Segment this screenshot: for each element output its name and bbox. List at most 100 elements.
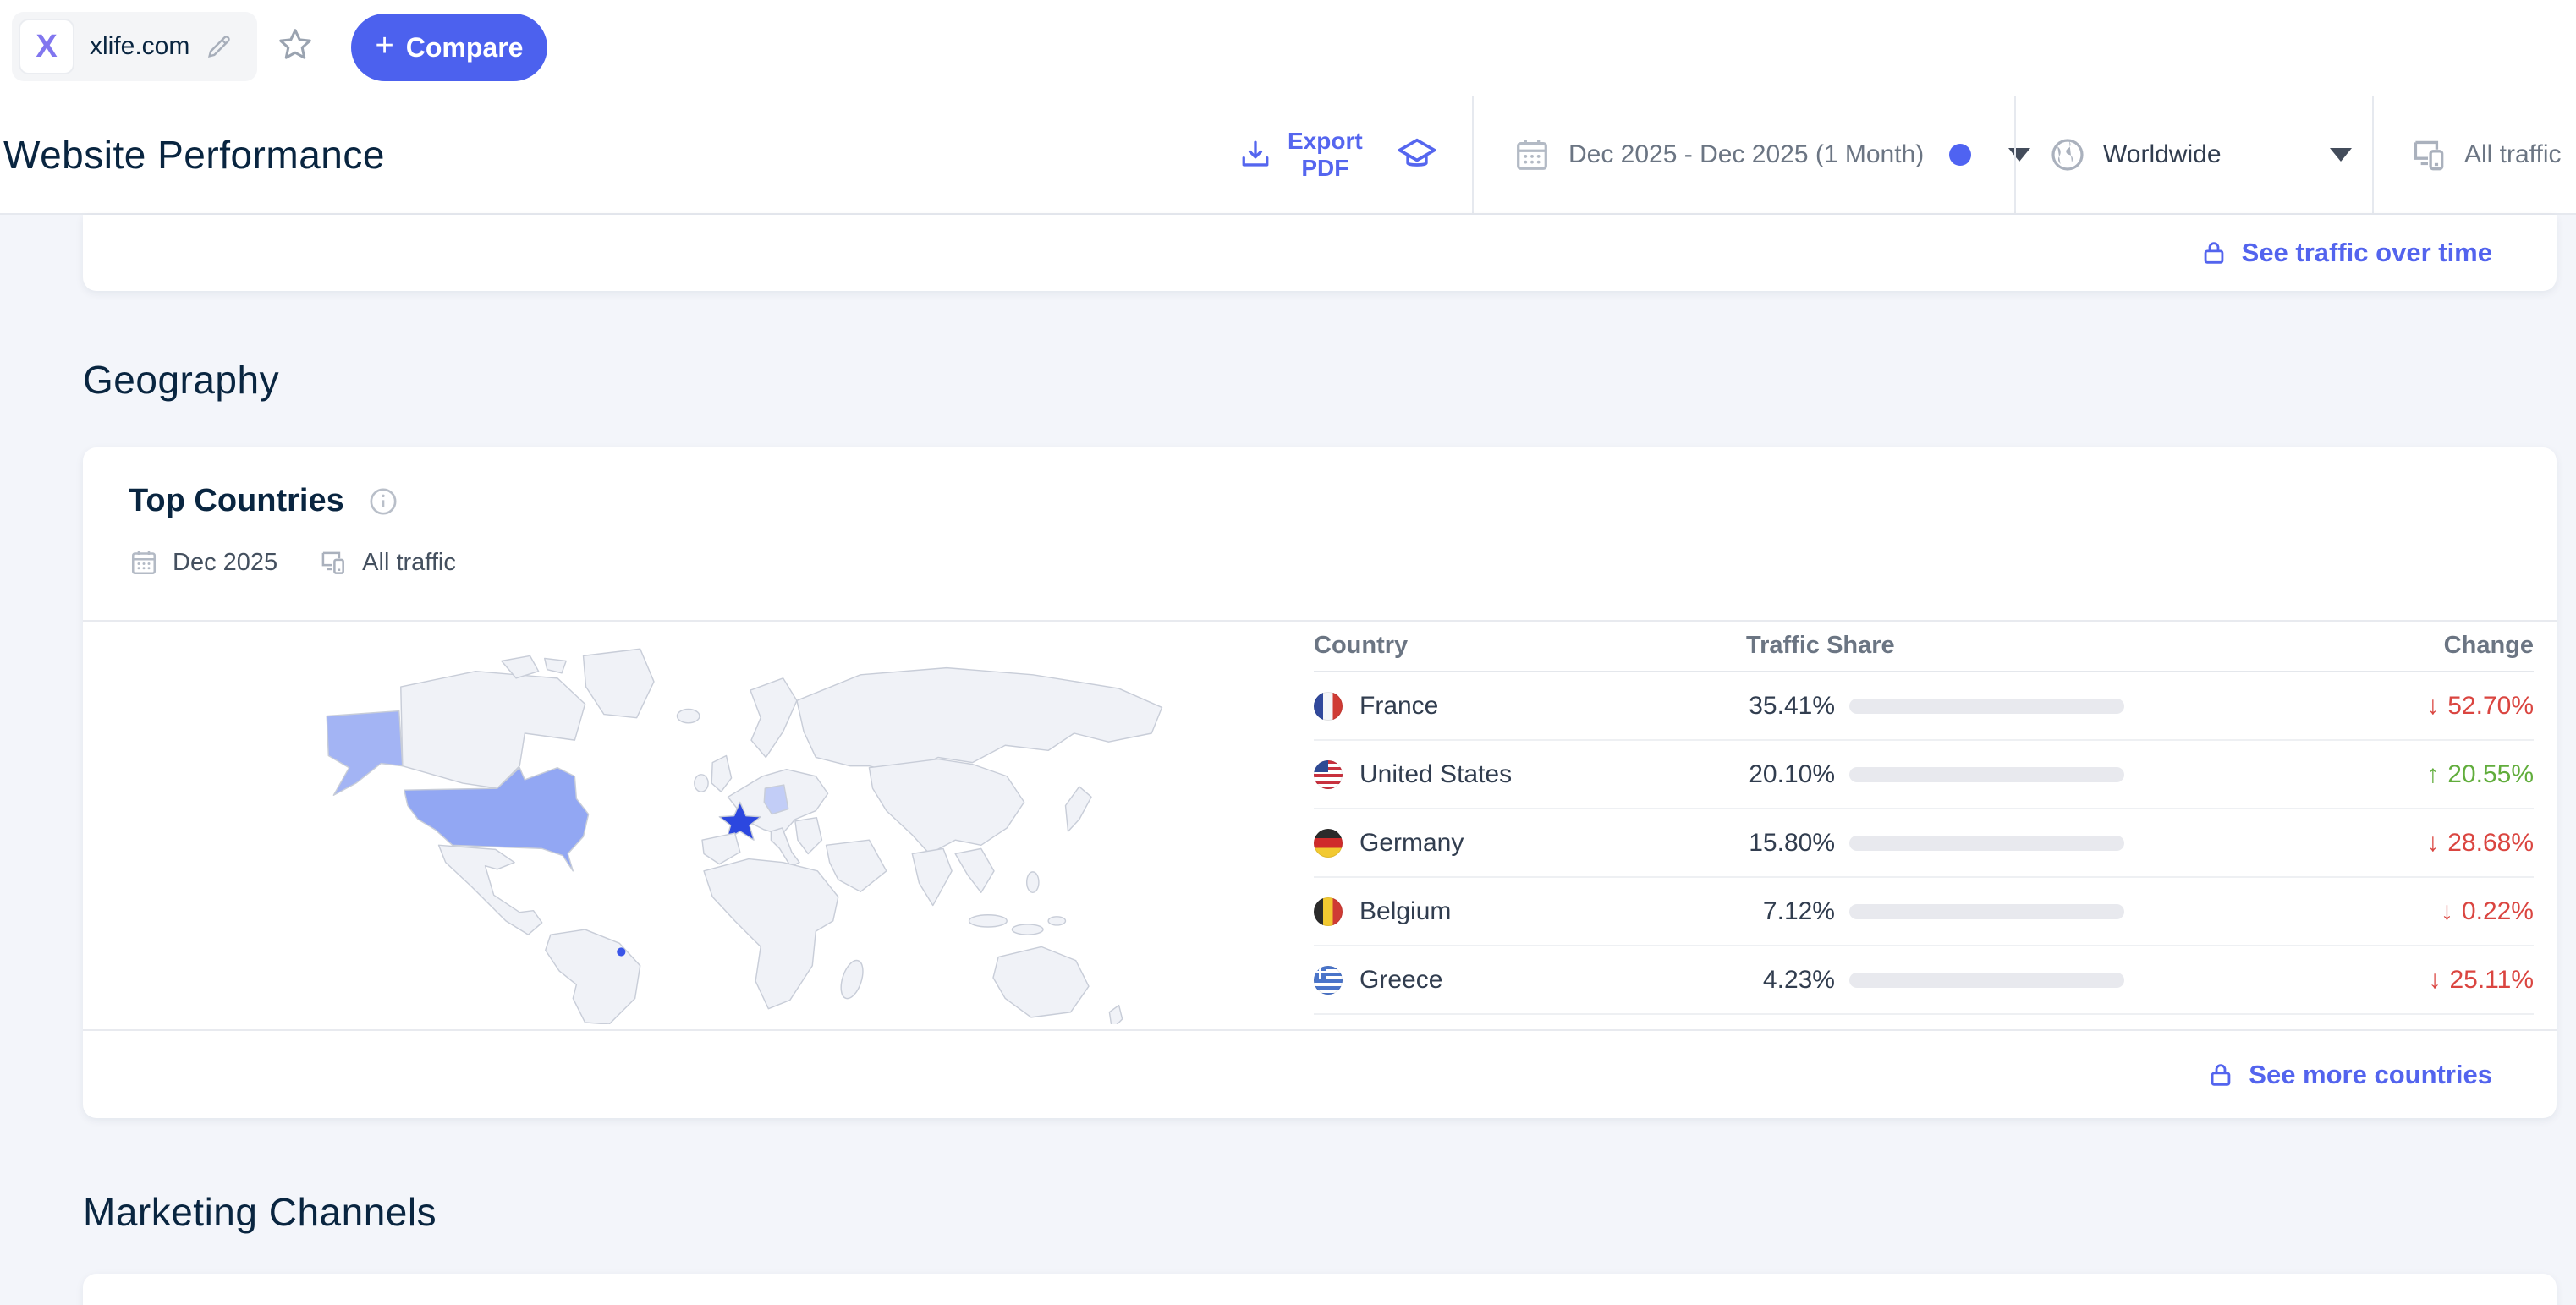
page-title: Website Performance bbox=[3, 132, 385, 178]
traffic-filter-label: All traffic bbox=[2464, 140, 2561, 169]
marketing-channels-card bbox=[83, 1274, 2557, 1305]
map-se-asia bbox=[955, 848, 994, 892]
map-australia bbox=[993, 946, 1089, 1017]
site-favicon: X bbox=[19, 19, 74, 74]
change-value: ↓ 0.22% bbox=[2124, 897, 2534, 926]
globe-icon bbox=[2047, 134, 2088, 175]
divider bbox=[2014, 96, 2016, 213]
country-flag-icon bbox=[1314, 829, 1343, 858]
map-japan bbox=[1065, 787, 1091, 831]
table-row[interactable]: Greece 4.23% ↓ 25.11% bbox=[1314, 946, 2534, 1015]
country-name: United States bbox=[1359, 760, 1512, 789]
change-arrow-icon: ↓ bbox=[2441, 897, 2453, 926]
col-header-change: Change bbox=[2348, 632, 2534, 660]
traffic-share-bar bbox=[1849, 836, 2124, 851]
favorite-star-icon[interactable] bbox=[276, 25, 315, 64]
change-arrow-icon: ↑ bbox=[2426, 760, 2439, 789]
edit-pencil-icon[interactable] bbox=[205, 32, 233, 61]
info-icon[interactable] bbox=[366, 485, 400, 518]
country-flag-icon bbox=[1314, 760, 1343, 789]
devices-icon bbox=[2407, 134, 2449, 176]
traffic-share-bar bbox=[1849, 973, 2124, 988]
map-french-guiana bbox=[617, 947, 625, 956]
see-traffic-over-time-link[interactable]: See traffic over time bbox=[2200, 238, 2492, 268]
marketing-section-title: Marketing Channels bbox=[83, 1189, 437, 1235]
date-range-label: Dec 2025 - Dec 2025 (1 Month) bbox=[1568, 140, 1924, 169]
col-header-country: Country bbox=[1314, 632, 1746, 660]
country-name: Greece bbox=[1359, 966, 1442, 995]
map-greenland bbox=[584, 649, 654, 717]
top-countries-title: Top Countries bbox=[129, 483, 344, 519]
map-alaska bbox=[327, 711, 403, 796]
map-scandinavia bbox=[750, 678, 797, 758]
geo-filter-selector[interactable]: Worldwide bbox=[2047, 96, 2352, 213]
card-date-label: Dec 2025 bbox=[173, 549, 277, 577]
table-row[interactable]: Belgium 7.12% ↓ 0.22% bbox=[1314, 878, 2534, 946]
export-pdf-label: ExportPDF bbox=[1288, 128, 1363, 182]
country-name: Belgium bbox=[1359, 897, 1451, 926]
devices-icon bbox=[316, 546, 349, 578]
map-china bbox=[869, 759, 1024, 854]
domain-label: xlife.com bbox=[90, 32, 189, 61]
traffic-share-bar bbox=[1849, 767, 2124, 782]
website-selector-row: X xlife.com + Compare bbox=[0, 0, 2576, 96]
traffic-share-value: 35.41% bbox=[1746, 692, 1835, 721]
table-row[interactable]: France 35.41% ↓ 52.70% bbox=[1314, 672, 2534, 741]
table-row[interactable]: United States 20.10% ↑ 20.55% bbox=[1314, 741, 2534, 809]
export-pdf-button[interactable]: ExportPDF bbox=[1237, 96, 1439, 213]
page-header-row: Website Performance ExportPDF bbox=[0, 96, 2576, 213]
country-flag-icon bbox=[1314, 692, 1343, 721]
change-value: ↓ 28.68% bbox=[2124, 829, 2534, 858]
graduation-cap-icon[interactable] bbox=[1395, 133, 1439, 177]
calendar-icon bbox=[129, 547, 159, 578]
traffic-share-value: 20.10% bbox=[1746, 760, 1835, 789]
traffic-share-bar bbox=[1849, 904, 2124, 919]
domain-chip[interactable]: X xlife.com bbox=[12, 12, 257, 81]
lock-icon bbox=[2206, 1061, 2235, 1089]
map-uk bbox=[711, 755, 731, 792]
countries-table: Country Traffic Share Change France 35.4… bbox=[1314, 620, 2534, 1015]
map-russia bbox=[797, 668, 1162, 775]
change-value: ↓ 25.11% bbox=[2124, 966, 2534, 995]
change-arrow-icon: ↓ bbox=[2428, 966, 2441, 995]
change-value: ↓ 52.70% bbox=[2124, 692, 2534, 721]
divider bbox=[1472, 96, 1474, 213]
country-name: Germany bbox=[1359, 829, 1464, 858]
table-header-row: Country Traffic Share Change bbox=[1314, 620, 2534, 672]
status-dot bbox=[1949, 144, 1971, 166]
table-row[interactable]: Germany 15.80% ↓ 28.68% bbox=[1314, 809, 2534, 878]
lock-icon bbox=[2200, 239, 2228, 267]
card-traffic-label: All traffic bbox=[362, 549, 456, 577]
traffic-share-value: 4.23% bbox=[1746, 966, 1835, 995]
country-flag-icon bbox=[1314, 966, 1343, 995]
chevron-down-icon bbox=[2330, 148, 2352, 162]
date-range-selector[interactable]: Dec 2025 - Dec 2025 (1 Month) bbox=[1513, 96, 2030, 213]
map-south-america bbox=[546, 929, 640, 1024]
change-arrow-icon: ↓ bbox=[2426, 692, 2439, 721]
change-value: ↑ 20.55% bbox=[2124, 760, 2534, 789]
change-arrow-icon: ↓ bbox=[2426, 829, 2439, 858]
map-italy bbox=[771, 828, 799, 867]
calendar-icon bbox=[1513, 135, 1552, 174]
map-india bbox=[912, 848, 952, 905]
divider bbox=[2372, 96, 2374, 213]
map-iberia bbox=[702, 833, 740, 864]
traffic-share-value: 7.12% bbox=[1746, 897, 1835, 926]
country-flag-icon bbox=[1314, 897, 1343, 926]
world-map[interactable] bbox=[261, 637, 1242, 1024]
see-more-countries-link[interactable]: See more countries bbox=[2206, 1060, 2492, 1090]
traffic-share-bar bbox=[1849, 699, 2124, 714]
download-icon bbox=[1237, 136, 1274, 173]
chevron-down-icon bbox=[2008, 148, 2030, 162]
compare-button[interactable]: + Compare bbox=[351, 14, 547, 81]
map-mexico bbox=[439, 845, 542, 935]
country-name: France bbox=[1359, 692, 1438, 721]
geography-section-title: Geography bbox=[83, 357, 279, 403]
map-balkans bbox=[795, 818, 822, 854]
plus-icon: + bbox=[376, 28, 394, 64]
col-header-share: Traffic Share bbox=[1746, 632, 2348, 660]
traffic-filter-selector[interactable]: All traffic bbox=[2407, 96, 2561, 213]
geo-filter-label: Worldwide bbox=[2103, 140, 2294, 169]
top-countries-card: Top Countries Dec 2025 bbox=[83, 447, 2557, 1118]
map-africa bbox=[704, 859, 838, 1009]
